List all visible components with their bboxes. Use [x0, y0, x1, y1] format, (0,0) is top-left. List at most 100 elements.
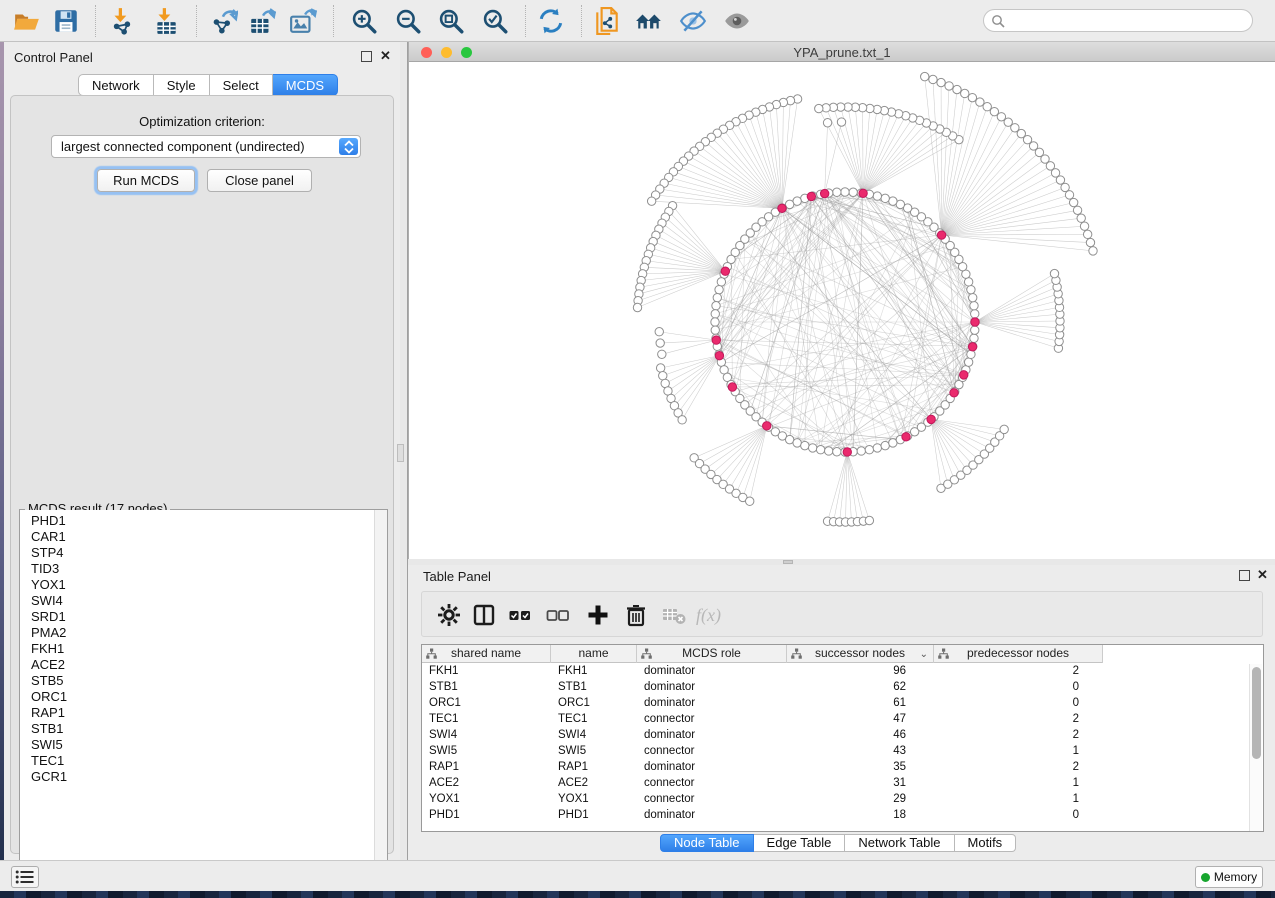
network-graph[interactable]: [409, 62, 1275, 559]
refresh-icon[interactable]: [537, 7, 565, 35]
table-row-phd1[interactable]: PHD1PHD1dominator180: [422, 807, 1263, 823]
mcds-result-item[interactable]: SRD1: [31, 609, 387, 625]
settings-gear-icon[interactable]: [437, 603, 461, 627]
search-field[interactable]: [1008, 11, 1246, 30]
table-row-yox1[interactable]: YOX1YOX1connector291: [422, 791, 1263, 807]
close-panel-icon[interactable]: ✕: [1257, 567, 1268, 583]
cell-successor_nodes: 29: [787, 791, 934, 807]
add-row-icon[interactable]: [586, 603, 610, 627]
mcds-result-item[interactable]: FKH1: [31, 641, 387, 657]
columns-icon[interactable]: [472, 603, 496, 627]
task-history-button[interactable]: [11, 866, 39, 888]
tab-node-table[interactable]: Node Table: [660, 834, 754, 852]
mcds-result-item[interactable]: TID3: [31, 561, 387, 577]
node-table: shared namenameMCDS rolesuccessor nodes⌄…: [421, 644, 1264, 832]
mcds-result-item[interactable]: TEC1: [31, 753, 387, 769]
table-row-orc1[interactable]: ORC1ORC1dominator610: [422, 695, 1263, 711]
cell-shared_name: RAP1: [422, 759, 551, 775]
search-input[interactable]: [983, 9, 1253, 32]
deselect-all-icon[interactable]: [546, 603, 570, 627]
zoom-in-icon[interactable]: [350, 7, 378, 35]
mcds-result-item[interactable]: STP4: [31, 545, 387, 561]
mcds-result-item[interactable]: STB1: [31, 721, 387, 737]
tab-select[interactable]: Select: [210, 74, 273, 96]
tab-motifs[interactable]: Motifs: [955, 834, 1017, 852]
table-row-rap1[interactable]: RAP1RAP1dominator352: [422, 759, 1263, 775]
mcds-result-item[interactable]: PHD1: [31, 513, 387, 529]
mcds-result-item[interactable]: GCR1: [31, 769, 387, 785]
mcds-result-item[interactable]: RAP1: [31, 705, 387, 721]
network-overview-icon[interactable]: [635, 7, 663, 35]
hide-eye-icon[interactable]: [679, 7, 707, 35]
cell-predecessor_nodes: 1: [934, 791, 1103, 807]
cell-name: RAP1: [551, 759, 637, 775]
zoom-fit-icon[interactable]: [437, 7, 465, 35]
table-row-swi4[interactable]: SWI4SWI4dominator462: [422, 727, 1263, 743]
save-session-icon[interactable]: [52, 7, 80, 35]
network-window-titlebar[interactable]: YPA_prune.txt_1: [409, 42, 1275, 62]
tab-network-table[interactable]: Network Table: [845, 834, 954, 852]
column-label: predecessor nodes: [967, 646, 1069, 660]
mcds-result-item[interactable]: YOX1: [31, 577, 387, 593]
scrollbar-thumb[interactable]: [1252, 667, 1261, 759]
import-table-icon[interactable]: [152, 7, 180, 35]
zoom-selected-icon[interactable]: [481, 7, 509, 35]
column-label: successor nodes: [815, 646, 905, 660]
table-row-swi5[interactable]: SWI5SWI5connector431: [422, 743, 1263, 759]
zoom-out-icon[interactable]: [394, 7, 422, 35]
memory-button[interactable]: Memory: [1195, 866, 1263, 888]
mcds-result-item[interactable]: SWI4: [31, 593, 387, 609]
network-canvas[interactable]: [409, 62, 1275, 559]
open-session-icon[interactable]: [13, 7, 41, 35]
table-row-fkh1[interactable]: FKH1FKH1dominator962: [422, 663, 1263, 679]
cell-name: PHD1: [551, 807, 637, 823]
cell-shared_name: SWI4: [422, 727, 551, 743]
mcds-result-item[interactable]: ORC1: [31, 689, 387, 705]
cell-successor_nodes: 96: [787, 663, 934, 679]
tab-network[interactable]: Network: [78, 74, 154, 96]
close-panel-button[interactable]: Close panel: [207, 169, 312, 192]
column-header-shared-name[interactable]: shared name: [422, 645, 551, 663]
attribute-type-icon: [426, 648, 437, 660]
select-all-icon[interactable]: [508, 603, 532, 627]
column-header-predecessor-nodes[interactable]: predecessor nodes: [934, 645, 1103, 663]
table-panel: Table Panel ✕ f(x) shared namenameMCDS r…: [408, 565, 1275, 860]
table-panel-tabs: Node TableEdge TableNetwork TableMotifs: [660, 834, 1016, 852]
mcds-result-item[interactable]: STB5: [31, 673, 387, 689]
column-header-successor-nodes[interactable]: successor nodes⌄: [787, 645, 934, 663]
table-row-stb1[interactable]: STB1STB1dominator620: [422, 679, 1263, 695]
mcds-result-list[interactable]: PHD1CAR1STP4TID3YOX1SWI4SRD1PMA2FKH1ACE2…: [20, 510, 387, 880]
share-document-icon[interactable]: [593, 7, 621, 35]
cell-predecessor_nodes: 0: [934, 695, 1103, 711]
cell-predecessor_nodes: 2: [934, 759, 1103, 775]
column-header-name[interactable]: name: [551, 645, 637, 663]
tab-style[interactable]: Style: [154, 74, 210, 96]
vertical-splitter[interactable]: [400, 42, 408, 860]
mcds-result-item[interactable]: SWI5: [31, 737, 387, 753]
run-mcds-button[interactable]: Run MCDS: [97, 169, 195, 192]
search-icon: [991, 14, 1006, 29]
cell-name: YOX1: [551, 791, 637, 807]
splitter-grip[interactable]: [397, 444, 404, 462]
tab-mcds[interactable]: MCDS: [273, 74, 338, 96]
mcds-result-item[interactable]: CAR1: [31, 529, 387, 545]
float-panel-icon[interactable]: [1239, 570, 1250, 581]
table-row-tec1[interactable]: TEC1TEC1connector472: [422, 711, 1263, 727]
splitter-grip[interactable]: [783, 560, 793, 564]
tab-edge-table[interactable]: Edge Table: [754, 834, 846, 852]
export-image-icon[interactable]: [289, 7, 317, 35]
close-panel-icon[interactable]: ✕: [380, 48, 391, 64]
table-scrollbar[interactable]: [1249, 664, 1262, 831]
delete-row-icon[interactable]: [624, 603, 648, 627]
export-network-icon[interactable]: [210, 7, 238, 35]
mcds-result-item[interactable]: PMA2: [31, 625, 387, 641]
table-row-ace2[interactable]: ACE2ACE2connector311: [422, 775, 1263, 791]
show-eye-icon[interactable]: [723, 7, 751, 35]
column-header-mcds-role[interactable]: MCDS role: [637, 645, 787, 663]
mcds-result-item[interactable]: ACE2: [31, 657, 387, 673]
mcds-list-scrollbar[interactable]: [374, 510, 387, 880]
import-network-icon[interactable]: [108, 7, 136, 35]
export-table-icon[interactable]: [248, 7, 276, 35]
float-panel-icon[interactable]: [361, 51, 372, 62]
criterion-dropdown[interactable]: largest connected component (undirected): [51, 135, 361, 158]
